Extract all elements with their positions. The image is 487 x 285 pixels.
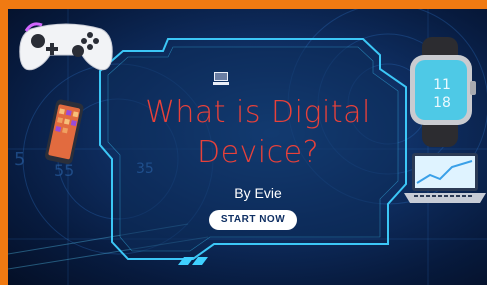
svg-text:11: 11 bbox=[433, 77, 451, 93]
svg-text:18: 18 bbox=[433, 95, 451, 111]
smartwatch-icon: 11 18 bbox=[410, 37, 476, 147]
author-byline: By Evie bbox=[234, 185, 282, 201]
title-line-1: What is Digital bbox=[145, 95, 371, 130]
slide-canvas: 5 55 35 11 18 What is Digital Device? By… bbox=[8, 9, 487, 285]
bg-number: 5 bbox=[14, 149, 26, 170]
slide-title: What is Digital Device? bbox=[128, 93, 388, 173]
smartphone-icon bbox=[45, 99, 84, 165]
title-line-2: Device? bbox=[196, 135, 320, 170]
start-now-button[interactable]: START NOW bbox=[209, 210, 297, 230]
computer-icon bbox=[213, 72, 229, 85]
laptop-icon bbox=[404, 153, 486, 203]
game-controller-icon bbox=[19, 22, 113, 71]
